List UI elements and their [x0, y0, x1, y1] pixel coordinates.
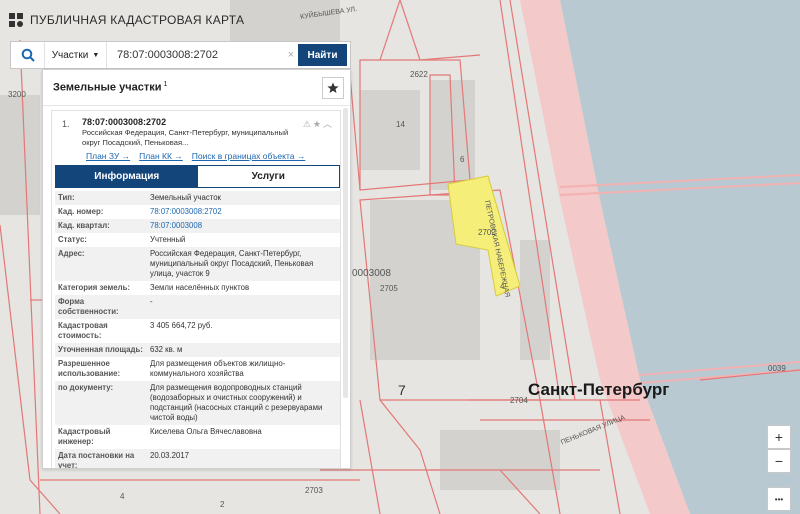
row-value: 632 кв. м [147, 343, 340, 357]
row-value: 3 405 664,72 руб. [150, 321, 213, 330]
map-label: 2703 [305, 486, 323, 495]
map-label: 7 [398, 382, 406, 398]
table-row: Кад. номер: 78:07:0003008:2702 [55, 205, 340, 219]
map-label: 0003008 [352, 268, 391, 279]
panel-title: Земельные участки 1 [53, 81, 167, 94]
map-label: 2 [220, 500, 225, 509]
row-key: Кадастровая стоимость: [58, 321, 108, 340]
chevron-down-icon: ▼ [92, 51, 100, 59]
plan-zu-link[interactable]: План ЗУ → [86, 151, 130, 161]
app-header: ПУБЛИЧНАЯ КАДАСТРОВАЯ КАРТА [0, 8, 244, 32]
row-key: Форма собственности: [55, 295, 147, 319]
row-value: Земли населённых пунктов [150, 283, 250, 292]
table-row: Кадастровый инженер: Киселева Ольга Вячес… [55, 425, 340, 449]
panel-title-text: Земельные участки [53, 81, 162, 94]
map-label: 2704 [510, 396, 528, 405]
row-value: Киселева Ольга Вячеславовна [150, 427, 262, 436]
row-key: по документу: [55, 381, 147, 425]
row-key: Уточненная площадь: [55, 343, 147, 357]
plan-kk-link[interactable]: План КК → [139, 151, 183, 161]
more-button[interactable]: ••• [767, 487, 791, 511]
app-title: ПУБЛИЧНАЯ КАДАСТРОВАЯ КАРТА [30, 13, 245, 27]
map-label: 2622 [410, 70, 428, 79]
result-count: 1 [163, 81, 168, 89]
collapse-icon[interactable]: ︿ [323, 119, 334, 129]
row-key: Кад. номер: [58, 207, 104, 216]
result-actions: ⚠★︿ [303, 117, 334, 130]
row-key: Кадастровый инженер: [58, 427, 111, 446]
star-icon[interactable]: ★ [313, 119, 323, 129]
city-label: Санкт-Петербург [528, 380, 670, 399]
cad-quarter-link[interactable]: 78:07:0003008 [150, 221, 202, 230]
table-row: Тип: Земельный участок [55, 191, 340, 205]
table-row: Адрес: Российская Федерация, Санкт-Петерб… [55, 247, 340, 281]
result-entry: 1. 78:07:0003008:2702 Российская Федерац… [51, 110, 341, 468]
map-label: 6 [460, 155, 465, 164]
search-bar: Участки ▼ 78:07:0003008:2702 × Найти [10, 41, 351, 69]
result-cad-number[interactable]: 78:07:0003008:2702 [82, 117, 166, 127]
map-label: 0039 [768, 364, 786, 373]
map-label: 2705 [380, 284, 398, 293]
row-key: Дата постановки на учет: [55, 449, 147, 468]
search-type-select[interactable]: Участки ▼ [45, 42, 107, 68]
row-value: Для размещения объектов жилищно-коммунал… [150, 359, 286, 378]
row-value: Земельный участок [147, 191, 340, 205]
map-label: 3200 [8, 90, 26, 99]
table-row: Кад. квартал: 78:07:0003008 [55, 219, 340, 233]
row-value: Для размещения водопроводных станций (во… [147, 381, 340, 425]
cad-number-link[interactable]: 78:07:0003008:2702 [150, 207, 222, 216]
result-address: Российская Федерация, Санкт-Петербург, м… [82, 128, 289, 147]
tab-services[interactable]: Услуги [197, 166, 339, 187]
table-row: Статус: Учтенный [55, 233, 340, 247]
row-key: Тип: [55, 191, 147, 205]
table-row: по документу: Для размещения водопроводны… [55, 381, 340, 425]
table-row: Кадастровая стоимость: 3 405 664,72 руб. [55, 319, 340, 343]
favorite-button[interactable] [322, 76, 344, 99]
table-row: Разрешенное использование: Для размещения… [55, 357, 340, 381]
clear-icon[interactable]: × [284, 49, 298, 61]
row-key: Статус: [58, 235, 87, 244]
panel-scrollbar[interactable] [343, 108, 348, 398]
table-row: Форма собственности: - [55, 295, 340, 319]
zoom-out-button[interactable]: − [767, 449, 791, 473]
star-icon [327, 82, 339, 93]
table-row: Дата постановки на учет: 20.03.2017 [55, 449, 340, 468]
warning-icon[interactable]: ⚠ [303, 119, 313, 129]
row-key: Адрес: [55, 247, 147, 281]
rosreestr-logo-icon [9, 13, 23, 27]
row-value: 20.03.2017 [147, 449, 340, 468]
info-table: Тип: Земельный участок Кад. номер: 78:07:0… [55, 191, 340, 468]
row-key: Разрешенное использование: [58, 359, 121, 378]
search-input[interactable]: 78:07:0003008:2702 [107, 42, 284, 68]
panel-header: Земельные участки 1 [43, 70, 350, 106]
map-label: 4 [120, 492, 125, 501]
search-type-label: Участки [51, 49, 89, 61]
row-value: Российская Федерация, Санкт-Петербург, м… [147, 247, 340, 281]
row-key: Категория земель: [58, 283, 130, 292]
find-button[interactable]: Найти [298, 44, 347, 66]
row-key: Кад. квартал: [55, 219, 147, 233]
tab-information[interactable]: Информация [56, 166, 198, 187]
info-tabs: Информация Услуги [55, 165, 340, 188]
results-panel: Земельные участки 1 1. 78:07:0003008:2702… [42, 69, 351, 469]
table-row: Уточненная площадь: 632 кв. м [55, 343, 340, 357]
search-in-bounds-link[interactable]: Поиск в границах объекта → [192, 151, 306, 161]
search-icon[interactable] [11, 42, 45, 68]
table-row: Категория земель: Земли населённых пункто… [55, 281, 340, 295]
result-links: План ЗУ → План КК → Поиск в границах объ… [86, 151, 305, 161]
row-value: Учтенный [150, 235, 186, 244]
map-label: 14 [396, 120, 405, 129]
result-index: 1. [62, 119, 70, 129]
row-value: - [147, 295, 340, 319]
zoom-in-button[interactable]: + [767, 425, 791, 449]
